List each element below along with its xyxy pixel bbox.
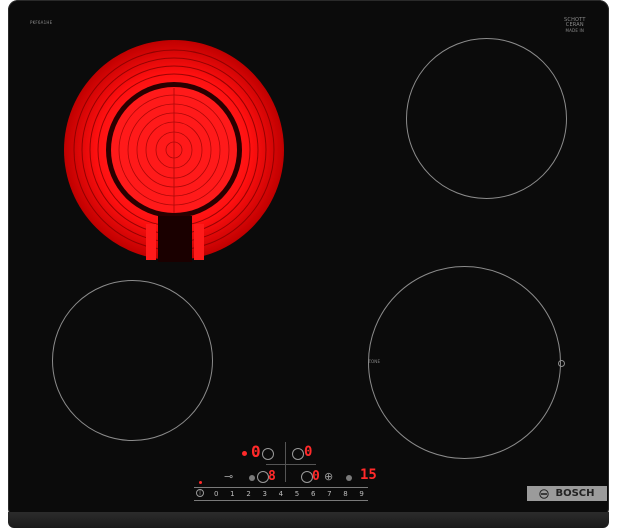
zone-indicator-dot — [242, 451, 247, 456]
power-indicator-dot — [199, 481, 202, 484]
zone-power-display-rear-right: 0 — [304, 444, 313, 460]
power-slider-line — [194, 487, 368, 488]
zone-power-display-rear-left: 0 — [251, 442, 261, 461]
zone-select-rear-left[interactable] — [292, 448, 304, 460]
zone-extension-marker — [558, 360, 565, 367]
panel-divider-horizontal — [266, 464, 316, 465]
scale-0[interactable]: 0 — [214, 490, 218, 500]
key-lock-icon[interactable]: ⊸ — [224, 471, 233, 482]
zone-extension-icon[interactable]: ⊕ — [324, 471, 333, 482]
front-left-cooking-zone[interactable] — [52, 280, 213, 441]
schott-ceran-badge: SCHOTT CERAN MADE IN — [564, 18, 586, 34]
zone-extension-label: ZONE — [368, 359, 381, 364]
scale-4[interactable]: 4 — [279, 490, 283, 500]
zone-power-display-front-left: 8 — [268, 469, 276, 484]
zone-power-display-front-right: 0 — [312, 469, 320, 484]
power-button[interactable]: | — [196, 489, 204, 497]
zone-terminal — [158, 216, 192, 262]
power-icon: | — [199, 489, 202, 496]
timer-dot — [346, 475, 352, 481]
scale-1[interactable]: 1 — [230, 490, 234, 500]
scale-6[interactable]: 6 — [311, 490, 315, 500]
cooktop-frame — [8, 512, 609, 528]
power-scale[interactable]: 0 1 2 3 4 5 6 7 8 9 — [214, 490, 364, 500]
rear-right-cooking-zone[interactable] — [406, 38, 567, 199]
power-slider-line-bottom — [194, 500, 368, 501]
badge-line-3: MADE IN — [565, 28, 585, 33]
cooktop-glass: PKF6A1HE SCHOTT CERAN MADE IN ZONE 0 0 ⊸… — [8, 0, 609, 518]
scale-9[interactable]: 9 — [359, 490, 363, 500]
zone-select-rear-right[interactable] — [262, 448, 274, 460]
panel-divider-vertical — [285, 442, 286, 482]
scale-2[interactable]: 2 — [246, 490, 250, 500]
scale-3[interactable]: 3 — [262, 490, 266, 500]
scale-5[interactable]: 5 — [295, 490, 299, 500]
active-dual-cooking-zone[interactable] — [62, 38, 287, 263]
scale-8[interactable]: 8 — [343, 490, 347, 500]
bosch-logo-icon — [539, 488, 550, 499]
bosch-logo-plate: BOSCH — [527, 486, 607, 501]
front-right-cooking-zone[interactable] — [368, 266, 561, 459]
timer-display[interactable]: 15 — [360, 468, 377, 482]
bosch-logo-text: BOSCH — [555, 488, 595, 499]
scale-7[interactable]: 7 — [327, 490, 331, 500]
zone-select-front-left-dot — [249, 475, 255, 481]
model-label: PKF6A1HE — [30, 20, 53, 25]
